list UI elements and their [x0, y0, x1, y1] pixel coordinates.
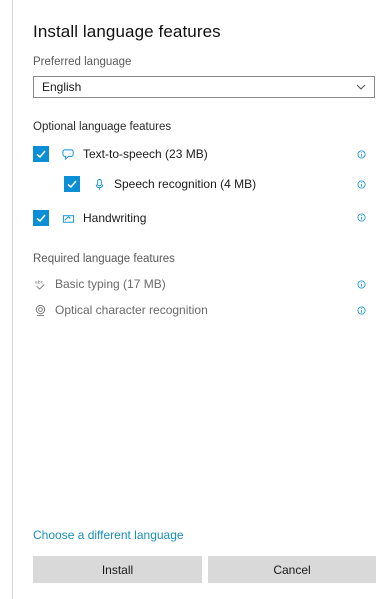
install-button[interactable]: Install	[33, 556, 202, 583]
feature-handwriting: Handwriting	[33, 210, 146, 226]
handwriting-icon	[61, 211, 75, 225]
speech-bubble-icon	[61, 147, 75, 161]
checkmark-icon	[36, 150, 46, 159]
dialog-title: Install language features	[33, 22, 221, 41]
ocr-icon	[33, 303, 47, 317]
selected-language: English	[42, 80, 82, 94]
preferred-language-label: Preferred language	[33, 56, 132, 68]
checkmark-icon	[67, 180, 77, 189]
ocr-info-icon[interactable]	[357, 306, 366, 315]
speech-recognition-info-icon[interactable]	[357, 180, 366, 189]
required-features-label: Required language features	[33, 253, 175, 265]
feature-speech-recognition: Speech recognition (4 MB)	[64, 176, 256, 192]
basic-typing-label: Basic typing (17 MB)	[55, 277, 166, 291]
feature-text-to-speech: Text-to-speech (23 MB)	[33, 146, 208, 162]
cancel-button[interactable]: Cancel	[208, 556, 376, 583]
feature-basic-typing: abc Basic typing (17 MB)	[33, 277, 166, 291]
optional-features-label: Optional language features	[33, 121, 172, 133]
checkmark-icon	[36, 214, 46, 223]
install-language-features-dialog: Install language features Preferred lang…	[12, 0, 383, 599]
speech-recognition-checkbox[interactable]	[64, 176, 80, 192]
handwriting-checkbox[interactable]	[33, 210, 49, 226]
handwriting-info-icon[interactable]	[357, 213, 366, 222]
text-to-speech-info-icon[interactable]	[357, 150, 366, 159]
preferred-language-select[interactable]: English	[33, 76, 375, 98]
text-to-speech-checkbox[interactable]	[33, 146, 49, 162]
speech-recognition-label: Speech recognition (4 MB)	[114, 177, 257, 191]
basic-typing-info-icon[interactable]	[357, 280, 366, 289]
svg-text:abc: abc	[34, 279, 43, 285]
ocr-label: Optical character recognition	[55, 303, 208, 317]
handwriting-label: Handwriting	[83, 211, 147, 225]
feature-optical-character-recognition: Optical character recognition	[33, 303, 208, 317]
spellcheck-icon: abc	[33, 277, 47, 291]
choose-different-language-link[interactable]: Choose a different language	[33, 528, 184, 542]
microphone-icon	[92, 177, 106, 191]
text-to-speech-label: Text-to-speech (23 MB)	[83, 147, 208, 161]
chevron-down-icon	[356, 84, 366, 90]
